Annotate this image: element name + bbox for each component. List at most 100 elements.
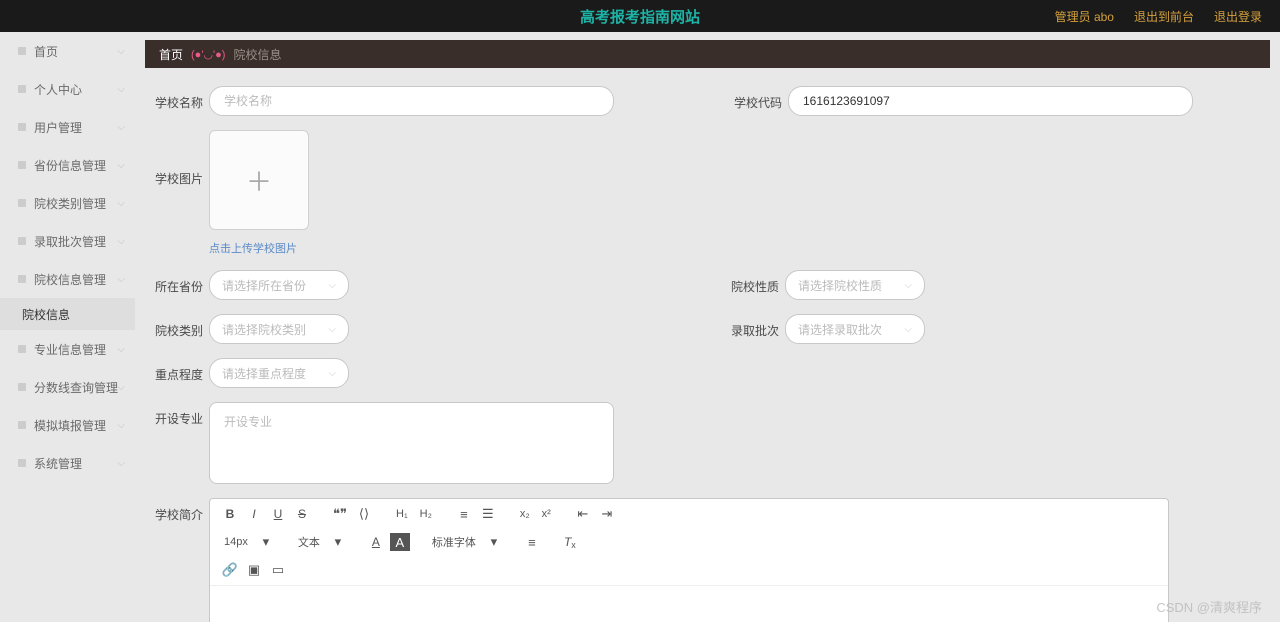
sidebar-item-8[interactable]: 专业信息管理 ⌵ <box>0 330 135 368</box>
school-code-input[interactable] <box>788 86 1193 116</box>
h2-icon[interactable]: H₂ <box>416 505 436 523</box>
strike-icon[interactable]: S <box>292 505 312 523</box>
italic-icon[interactable]: I <box>244 505 264 523</box>
text-color-icon[interactable]: A <box>366 533 386 551</box>
batch-select[interactable]: 请选择录取批次 ⌵ <box>785 314 925 344</box>
sidebar-item-label: 系统管理 <box>34 455 82 472</box>
h1-icon[interactable]: H₁ <box>392 505 412 523</box>
sidebar-item-11[interactable]: 系统管理 ⌵ <box>0 444 135 482</box>
menu-dot-icon <box>18 459 26 467</box>
align-icon[interactable]: ≡ <box>522 533 542 551</box>
sidebar-item-label: 个人中心 <box>34 81 82 98</box>
major-label: 开设专业 <box>155 402 209 427</box>
keylevel-select[interactable]: 请选择重点程度 ⌵ <box>209 358 349 388</box>
sidebar-item-3[interactable]: 省份信息管理 ⌵ <box>0 146 135 184</box>
menu-dot-icon <box>18 421 26 429</box>
chevron-down-icon: ▾ <box>484 533 504 551</box>
sidebar-item-0[interactable]: 首页 ⌵ <box>0 32 135 70</box>
nature-placeholder: 请选择院校性质 <box>798 277 882 294</box>
school-img-label: 学校图片 <box>155 130 209 187</box>
underline-icon[interactable]: U <box>268 505 288 523</box>
code-icon[interactable]: ⟨⟩ <box>354 505 374 523</box>
category-placeholder: 请选择院校类别 <box>222 321 306 338</box>
sidebar-item-label: 模拟填报管理 <box>34 417 106 434</box>
sidebar-item-label: 首页 <box>34 43 58 60</box>
breadcrumb-face: (●'◡'●) <box>191 48 225 61</box>
logout-link[interactable]: 退出登录 <box>1214 8 1262 25</box>
link-icon[interactable]: 🔗 <box>220 561 240 579</box>
sub-icon[interactable]: x₂ <box>516 505 534 523</box>
school-name-input[interactable] <box>209 86 614 116</box>
upload-hint[interactable]: 点击上传学校图片 <box>209 240 309 256</box>
sidebar-item-label: 专业信息管理 <box>34 341 106 358</box>
major-textarea[interactable] <box>209 402 614 484</box>
chevron-down-icon: ⌵ <box>904 280 912 291</box>
province-select[interactable]: 请选择所在省份 ⌵ <box>209 270 349 300</box>
menu-dot-icon <box>18 383 26 391</box>
chevron-down-icon: ⌵ <box>117 84 125 95</box>
bg-color-icon[interactable]: A <box>390 533 410 551</box>
quote-icon[interactable]: ❝❞ <box>330 505 350 523</box>
menu-dot-icon <box>18 47 26 55</box>
province-label: 所在省份 <box>155 270 209 295</box>
intro-label: 学校简介 <box>155 498 209 523</box>
sidebar-item-1[interactable]: 个人中心 ⌵ <box>0 70 135 108</box>
sidebar-item-5[interactable]: 录取批次管理 ⌵ <box>0 222 135 260</box>
indent-icon[interactable]: ⇤ <box>573 505 593 523</box>
header-actions: 管理员 abo 退出到前台 退出登录 <box>1055 8 1262 25</box>
category-select[interactable]: 请选择院校类别 ⌵ <box>209 314 349 344</box>
nature-label: 院校性质 <box>731 270 785 295</box>
menu-dot-icon <box>18 85 26 93</box>
keylevel-placeholder: 请选择重点程度 <box>222 365 306 382</box>
chevron-down-icon: ▾ <box>328 533 348 551</box>
text-select[interactable]: 文本 <box>294 533 324 551</box>
province-placeholder: 请选择所在省份 <box>222 277 306 294</box>
admin-label[interactable]: 管理员 abo <box>1055 8 1114 25</box>
sidebar-item-7[interactable]: 院校信息 <box>0 298 135 330</box>
sidebar-item-label: 分数线查询管理 <box>34 379 118 396</box>
menu-dot-icon <box>18 199 26 207</box>
sidebar-item-4[interactable]: 院校类别管理⌵ <box>0 184 135 222</box>
ol-icon[interactable]: ≡ <box>454 505 474 523</box>
exit-front-link[interactable]: 退出到前台 <box>1134 8 1194 25</box>
sidebar-item-2[interactable]: 用户管理⌵ <box>0 108 135 146</box>
breadcrumb: 首页 (●'◡'●) 院校信息 <box>145 40 1270 68</box>
school-name-label: 学校名称 <box>155 86 209 111</box>
sup-icon[interactable]: x² <box>538 505 555 523</box>
outdent-icon[interactable]: ⇥ <box>597 505 617 523</box>
sidebar-item-label: 省份信息管理 <box>34 157 106 174</box>
sidebar-item-9[interactable]: 分数线查询管理⌵ <box>0 368 135 406</box>
school-code-label: 学校代码 <box>734 86 788 111</box>
plus-icon: ＋ <box>246 162 272 199</box>
chevron-down-icon: ⌵ <box>117 46 125 57</box>
category-label: 院校类别 <box>155 314 209 339</box>
fontfamily-select[interactable]: 标准字体 <box>428 533 480 551</box>
chevron-down-icon: ▾ <box>256 533 276 551</box>
chevron-down-icon: ⌵ <box>328 324 336 335</box>
menu-dot-icon <box>18 345 26 353</box>
sidebar-item-6[interactable]: 院校信息管理⌵ <box>0 260 135 298</box>
chevron-down-icon: ⌵ <box>904 324 912 335</box>
ul-icon[interactable]: ☰ <box>478 505 498 523</box>
image-uploader[interactable]: ＋ <box>209 130 309 230</box>
chevron-down-icon: ⌵ <box>117 236 125 247</box>
form-content: 学校名称 学校代码 学校图片 ＋ 点击上传学校图片 <box>145 68 1270 622</box>
chevron-down-icon: ⌵ <box>328 280 336 291</box>
sidebar-item-label: 院校信息 <box>22 306 70 323</box>
fontsize-select[interactable]: 14px <box>220 533 252 551</box>
nature-select[interactable]: 请选择院校性质 ⌵ <box>785 270 925 300</box>
clear-format-icon[interactable]: Tₓ <box>560 533 580 551</box>
chevron-down-icon: ⌵ <box>117 458 125 469</box>
chevron-down-icon: ⌵ <box>117 160 125 171</box>
sidebar-item-10[interactable]: 模拟填报管理 ⌵ <box>0 406 135 444</box>
keylevel-label: 重点程度 <box>155 358 209 383</box>
batch-placeholder: 请选择录取批次 <box>798 321 882 338</box>
image-icon[interactable]: ▣ <box>244 561 264 579</box>
editor-body[interactable] <box>210 586 1168 622</box>
chevron-down-icon: ⌵ <box>117 344 125 355</box>
sidebar-item-label: 录取批次管理 <box>34 233 106 250</box>
breadcrumb-home[interactable]: 首页 <box>159 46 183 63</box>
bold-icon[interactable]: B <box>220 505 240 523</box>
chevron-down-icon: ⌵ <box>117 420 125 431</box>
video-icon[interactable]: ▭ <box>268 561 288 579</box>
